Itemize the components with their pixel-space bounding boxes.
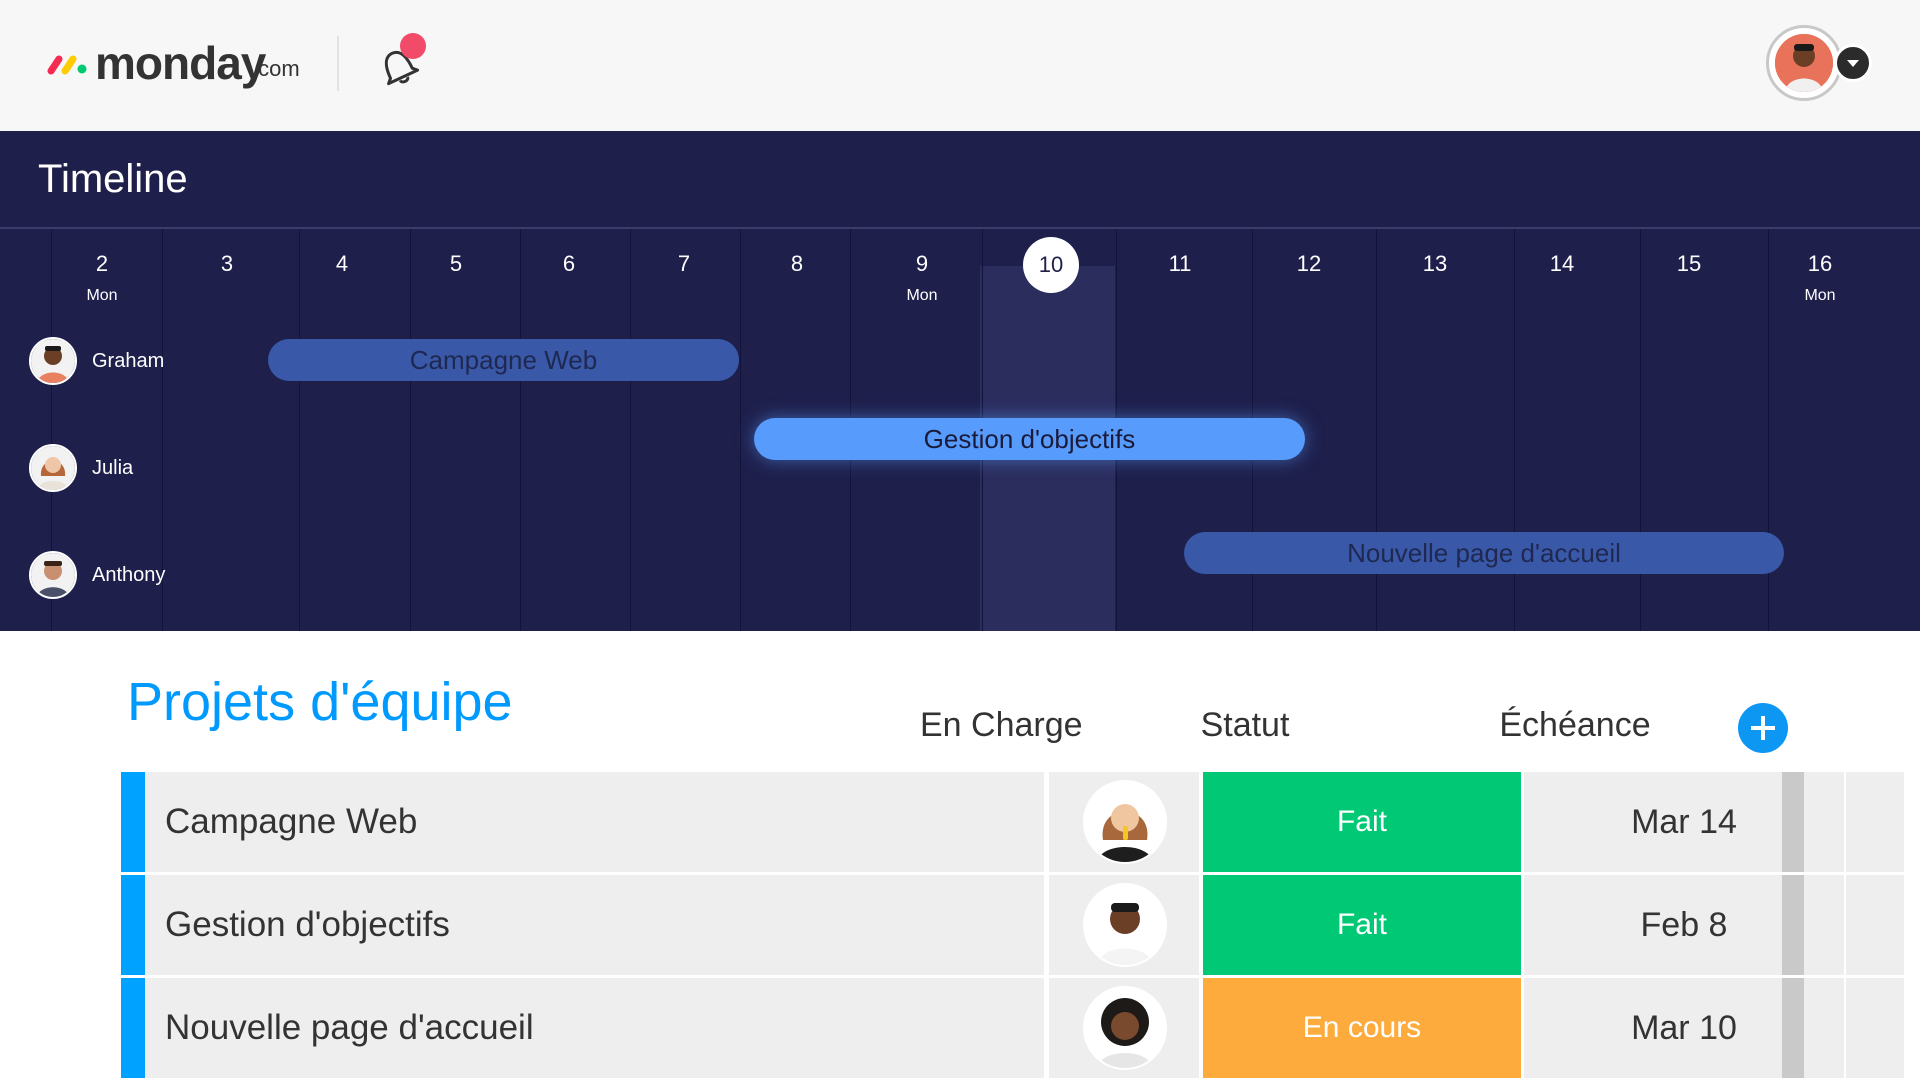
day-header: 9 Mon <box>906 251 938 304</box>
status-badge[interactable]: Fait <box>1203 875 1521 975</box>
avatar <box>1083 986 1167 1070</box>
day-header: 6 <box>562 251 576 276</box>
avatar <box>29 337 77 385</box>
day-header: 16 Mon <box>1804 251 1836 304</box>
avatar <box>1083 780 1167 864</box>
logo-wordmark: monday <box>95 37 266 89</box>
item-name[interactable]: Gestion d'objectifs <box>145 875 1044 975</box>
group-color-bar <box>121 978 145 1078</box>
avatar <box>29 551 77 599</box>
table-row[interactable]: Gestion d'objectifs Fait Feb 8 <box>121 875 1904 975</box>
person-name: Julia <box>92 456 134 479</box>
day-header: 2 Mon <box>86 251 118 304</box>
timeline-bar-gestion-objectifs[interactable]: Gestion d'objectifs <box>754 418 1305 460</box>
grid-line <box>740 229 741 631</box>
group-color-bar <box>121 875 145 975</box>
avatar <box>1083 883 1167 967</box>
person-name: Anthony <box>92 563 166 586</box>
timeline-title: Timeline <box>38 157 188 201</box>
logo-mark-icon <box>47 55 87 75</box>
grid-line <box>299 229 300 631</box>
status-badge[interactable]: En cours <box>1203 978 1521 1078</box>
day-header: 8 <box>790 251 804 276</box>
grid-line <box>410 229 411 631</box>
extra-cell <box>1846 875 1904 975</box>
item-name[interactable]: Campagne Web <box>145 772 1044 872</box>
row-end-cap <box>1782 978 1804 1078</box>
owner-cell[interactable] <box>1049 772 1199 872</box>
timeline-divider <box>0 227 1920 229</box>
table-row[interactable]: Nouvelle page d'accueil En cours Mar 10 <box>121 978 1904 1078</box>
chevron-down-icon[interactable] <box>1834 44 1872 82</box>
day-header: 4 <box>335 251 349 276</box>
day-header: 14 <box>1549 251 1575 276</box>
user-avatar[interactable] <box>1766 25 1842 101</box>
day-header: 12 <box>1296 251 1322 276</box>
day-header: 11 <box>1168 251 1192 276</box>
row-end-cap <box>1782 772 1804 872</box>
column-header-status[interactable]: Statut <box>1165 706 1325 745</box>
person-row-anthony: Anthony <box>29 550 165 600</box>
grid-line <box>630 229 631 631</box>
day-header: 5 <box>449 251 463 276</box>
timeline-bar-nouvelle-page[interactable]: Nouvelle page d'accueil <box>1184 532 1784 574</box>
row-end-cap <box>1782 875 1804 975</box>
extra-cell <box>1846 978 1904 1078</box>
person-row-julia: Julia <box>29 443 133 493</box>
avatar <box>29 444 77 492</box>
status-badge[interactable]: Fait <box>1203 772 1521 872</box>
item-name[interactable]: Nouvelle page d'accueil <box>145 978 1044 1078</box>
person-name: Graham <box>92 349 165 372</box>
column-header-due[interactable]: Échéance <box>1470 706 1680 745</box>
table-row[interactable]: Campagne Web Fait Mar 14 <box>121 772 1904 872</box>
person-row-graham: Graham <box>29 336 164 386</box>
day-header: 3 <box>220 251 234 276</box>
day-header: 13 <box>1422 251 1448 276</box>
column-header-owner[interactable]: En Charge <box>920 706 1083 745</box>
owner-cell[interactable] <box>1049 875 1199 975</box>
timeline-bar-campagne-web[interactable]: Campagne Web <box>268 339 739 381</box>
board-title[interactable]: Projets d'équipe <box>127 671 513 733</box>
add-column-button[interactable] <box>1738 703 1788 753</box>
day-header: 15 <box>1676 251 1702 276</box>
user-avatar-image <box>1775 34 1833 92</box>
header-divider <box>337 36 339 91</box>
top-header: monday .com <box>0 0 1920 131</box>
today-marker[interactable]: 10 <box>1023 237 1079 293</box>
group-color-bar <box>121 772 145 872</box>
extra-cell <box>1846 772 1904 872</box>
owner-cell[interactable] <box>1049 978 1199 1078</box>
grid-line <box>520 229 521 631</box>
timeline-panel: Timeline 2 Mon 3 4 5 6 7 8 9 Mon 10 11 12 … <box>0 131 1920 631</box>
notification-badge <box>400 33 426 59</box>
day-header: 7 <box>677 251 691 276</box>
logo-suffix: .com <box>252 56 300 81</box>
